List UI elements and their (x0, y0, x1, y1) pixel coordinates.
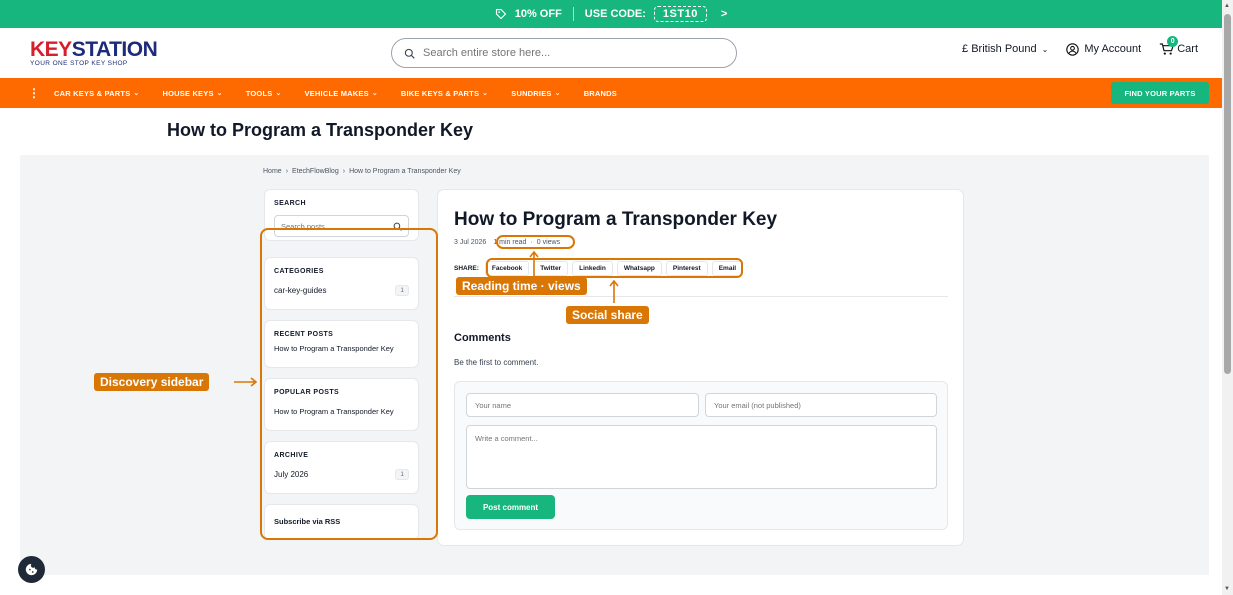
nav-brands[interactable]: BRANDS (584, 89, 617, 98)
promo-code-label: USE CODE: (584, 8, 646, 20)
scroll-down-icon[interactable]: ▼ (1224, 586, 1230, 592)
find-your-parts-button[interactable]: FIND YOUR PARTS (1111, 82, 1209, 104)
reading-annotation-box (496, 235, 575, 249)
currency-label: £ British Pound (962, 43, 1037, 55)
no-comments-text: Be the first to comment. (454, 358, 539, 367)
promo-bar[interactable]: 10% OFF USE CODE: 1ST10 > (0, 0, 1222, 28)
divider (454, 296, 948, 297)
nav-car-keys[interactable]: CAR KEYS & PARTS ⌄ (54, 89, 139, 98)
my-account-label: My Account (1084, 43, 1142, 55)
breadcrumb-blog[interactable]: EtechFlowBlog (292, 168, 339, 175)
social-annotation-label: Social share (566, 306, 649, 324)
tag-icon (495, 8, 507, 20)
chevron-down-icon: ⌄ (554, 90, 561, 97)
site-logo[interactable]: KEYSTATION YOUR ONE STOP KEY SHOP (30, 38, 158, 67)
scroll-up-icon[interactable]: ▲ (1224, 3, 1230, 9)
site-search[interactable] (391, 38, 737, 68)
breadcrumb-home[interactable]: Home (263, 168, 282, 175)
comment-form: Post comment (454, 381, 948, 530)
nav-house-keys[interactable]: HOUSE KEYS ⌄ (162, 89, 222, 98)
article-title: How to Program a Transponder Key (454, 209, 778, 230)
cookie-icon (25, 563, 38, 576)
promo-divider (572, 7, 574, 21)
arrow-up-icon (609, 279, 619, 303)
promo-discount: 10% OFF (514, 8, 562, 20)
nav-bike-keys[interactable]: BIKE KEYS & PARTS ⌄ (401, 89, 488, 98)
social-annotation-box (486, 258, 743, 278)
comment-textarea[interactable] (466, 425, 937, 489)
page-title: How to Program a Transponder Key (167, 120, 474, 140)
currency-selector[interactable]: £ British Pound ⌄ (962, 43, 1048, 55)
cart-link[interactable]: 0 Cart (1159, 36, 1198, 56)
share-label: SHARE: (454, 265, 479, 272)
chevron-down-icon: ⌄ (275, 90, 282, 97)
chevron-right-icon[interactable]: > (721, 8, 727, 20)
arrow-right-icon (234, 377, 258, 387)
chevron-down-icon: ⌄ (1041, 44, 1049, 54)
nav-tools[interactable]: TOOLS ⌄ (246, 89, 282, 98)
logo-tagline: YOUR ONE STOP KEY SHOP (30, 60, 128, 67)
main-nav: ⋮ CAR KEYS & PARTS ⌄ HOUSE KEYS ⌄ TOOLS ⌄ V… (0, 78, 1222, 108)
nav-vehicle-makes[interactable]: VEHICLE MAKES ⌄ (305, 89, 378, 98)
widget-title: SEARCH (274, 200, 306, 207)
nav-sundries[interactable]: SUNDRIES ⌄ (511, 89, 560, 98)
sidebar-annotation-box (260, 228, 438, 540)
post-comment-button[interactable]: Post comment (466, 495, 555, 519)
site-search-input[interactable] (423, 47, 713, 59)
site-header: KEYSTATION YOUR ONE STOP KEY SHOP £ Brit… (0, 28, 1222, 78)
reading-annotation-label: Reading time · views (456, 277, 587, 295)
sidebar-annotation-label: Discovery sidebar (94, 373, 210, 391)
logo-station: STATION (71, 38, 158, 61)
page-scrollbar[interactable]: ▲ ▼ (1222, 0, 1233, 595)
comment-email-input[interactable] (705, 393, 937, 417)
promo-code: 1ST10 (653, 6, 707, 22)
user-icon (1066, 42, 1080, 56)
scroll-thumb[interactable] (1224, 14, 1231, 374)
my-account-link[interactable]: My Account (1066, 42, 1142, 56)
logo-key: KEY (30, 38, 72, 61)
breadcrumb: Home › EtechFlowBlog › How to Program a Tr… (263, 168, 461, 175)
menu-dots-icon[interactable]: ⋮ (28, 86, 40, 100)
breadcrumb-current: How to Program a Transponder Key (349, 168, 461, 175)
comment-name-input[interactable] (466, 393, 699, 417)
chevron-down-icon: ⌄ (482, 90, 489, 97)
cookie-settings-button[interactable] (18, 556, 45, 583)
cart-label: Cart (1177, 43, 1198, 55)
search-icon (404, 48, 415, 59)
chevron-down-icon: ⌄ (133, 90, 140, 97)
comments-heading: Comments (454, 332, 511, 344)
chevron-down-icon: ⌄ (371, 90, 378, 97)
article-date: 3 Jul 2026 (454, 239, 487, 246)
chevron-down-icon: ⌄ (216, 90, 223, 97)
